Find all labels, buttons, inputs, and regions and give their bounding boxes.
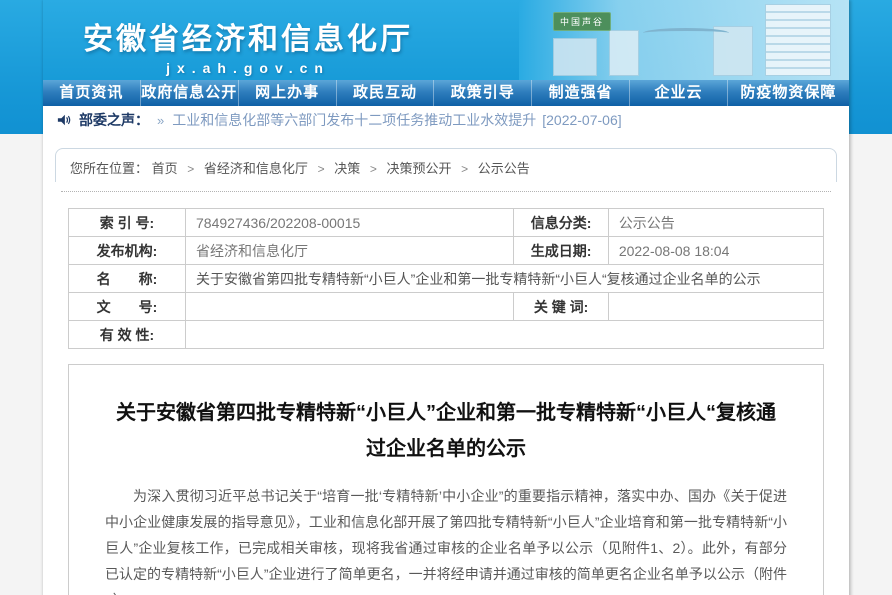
nav-item-online-services[interactable]: 网上办事 bbox=[239, 80, 337, 106]
page-container: 中国声谷 安徽省经济和信息化厅 jx.ah.gov.cn 首页资讯 政府信息公开… bbox=[43, 0, 849, 595]
article-paragraph: 为深入贯彻习近平总书记关于“培育一批‘专精特新’中小企业”的重要指示精神，落实中… bbox=[105, 483, 787, 595]
news-ticker: 部委之声： » 工业和信息化部等六部门发布十二项任务推动工业水效提升 [2022… bbox=[43, 106, 849, 134]
table-row: 文 号: 关 键 词: bbox=[69, 293, 824, 321]
ticker-headline-link[interactable]: 工业和信息化部等六部门发布十二项任务推动工业水效提升 bbox=[172, 110, 536, 130]
breadcrumb-separator: > bbox=[318, 162, 325, 176]
building-graphic bbox=[765, 4, 831, 76]
meta-keyword-value bbox=[608, 293, 823, 321]
document-meta-table: 索 引 号: 784927436/202208-00015 信息分类: 公示公告… bbox=[68, 208, 824, 349]
meta-name-label: 名 称: bbox=[69, 265, 186, 293]
table-row: 索 引 号: 784927436/202208-00015 信息分类: 公示公告 bbox=[69, 209, 824, 237]
breadcrumb-item-decision[interactable]: 决策 bbox=[334, 161, 360, 176]
meta-name-value: 关于安徽省第四批专精特新“小巨人”企业和第一批专精特新“小巨人“复核通过企业名单… bbox=[186, 265, 824, 293]
photo-sign-label: 中国声谷 bbox=[553, 12, 611, 31]
ticker-date: [2022-07-06] bbox=[542, 112, 621, 128]
building-graphic bbox=[553, 38, 597, 76]
meta-keyword-label: 关 键 词: bbox=[514, 293, 608, 321]
table-row: 发布机构: 省经济和信息化厅 生成日期: 2022-08-08 18:04 bbox=[69, 237, 824, 265]
main-nav: 首页资讯 政府信息公开 网上办事 政民互动 政策引导 制造强省 企业云 防疫物资… bbox=[43, 80, 849, 106]
breadcrumb-separator: > bbox=[187, 162, 194, 176]
dotted-divider bbox=[61, 182, 831, 192]
ticker-label: 部委之声： bbox=[79, 110, 149, 130]
breadcrumb: 您所在位置： 首页 > 省经济和信息化厅 > 决策 > 决策预公开 > 公示公告 bbox=[70, 158, 822, 177]
meta-issuer-label: 发布机构: bbox=[69, 237, 186, 265]
nav-item-home-news[interactable]: 首页资讯 bbox=[43, 80, 141, 106]
nav-item-interaction[interactable]: 政民互动 bbox=[337, 80, 435, 106]
meta-validity-label: 有 效 性: bbox=[69, 321, 186, 349]
nav-item-enterprise-cloud[interactable]: 企业云 bbox=[630, 80, 728, 106]
meta-validity-value bbox=[186, 321, 824, 349]
meta-issuer-value: 省经济和信息化厅 bbox=[186, 237, 514, 265]
meta-category-label: 信息分类: bbox=[514, 209, 608, 237]
nav-item-gov-info[interactable]: 政府信息公开 bbox=[141, 80, 239, 106]
table-row: 名 称: 关于安徽省第四批专精特新“小巨人”企业和第一批专精特新“小巨人“复核通… bbox=[69, 265, 824, 293]
breadcrumb-item-department[interactable]: 省经济和信息化厅 bbox=[204, 161, 308, 176]
nav-item-epidemic-supplies[interactable]: 防疫物资保障 bbox=[728, 80, 849, 106]
arrow-icon: » bbox=[157, 113, 164, 128]
site-title: 安徽省经济和信息化厅 bbox=[83, 14, 413, 58]
meta-docno-label: 文 号: bbox=[69, 293, 186, 321]
nav-item-policy-guidance[interactable]: 政策引导 bbox=[434, 80, 532, 106]
site-url: jx.ah.gov.cn bbox=[83, 60, 413, 76]
canopy-graphic bbox=[643, 28, 729, 38]
breadcrumb-item-pre-disclosure[interactable]: 决策预公开 bbox=[386, 161, 451, 176]
breadcrumb-separator: > bbox=[370, 162, 377, 176]
breadcrumb-label: 您所在位置： bbox=[70, 161, 148, 176]
article-title: 关于安徽省第四批专精特新“小巨人”企业和第一批专精特新“小巨人“复核通过企业名单… bbox=[115, 395, 777, 467]
site-header: 中国声谷 安徽省经济和信息化厅 jx.ah.gov.cn bbox=[43, 0, 849, 80]
meta-index-value: 784927436/202208-00015 bbox=[186, 209, 514, 237]
speaker-icon bbox=[57, 113, 71, 127]
breadcrumb-box: 您所在位置： 首页 > 省经济和信息化厅 > 决策 > 决策预公开 > 公示公告 bbox=[55, 148, 837, 182]
breadcrumb-separator: > bbox=[461, 162, 468, 176]
breadcrumb-item-notices[interactable]: 公示公告 bbox=[478, 161, 530, 176]
header-photo: 中国声谷 bbox=[519, 0, 849, 80]
meta-index-label: 索 引 号: bbox=[69, 209, 186, 237]
meta-date-value: 2022-08-08 18:04 bbox=[608, 237, 823, 265]
table-row: 有 效 性: bbox=[69, 321, 824, 349]
meta-docno-value bbox=[186, 293, 514, 321]
meta-date-label: 生成日期: bbox=[514, 237, 608, 265]
building-graphic bbox=[609, 30, 639, 76]
site-logo[interactable]: 安徽省经济和信息化厅 jx.ah.gov.cn bbox=[83, 14, 413, 76]
breadcrumb-item-home[interactable]: 首页 bbox=[152, 161, 178, 176]
article-panel: 关于安徽省第四批专精特新“小巨人”企业和第一批专精特新“小巨人“复核通过企业名单… bbox=[68, 364, 824, 595]
meta-category-value: 公示公告 bbox=[608, 209, 823, 237]
nav-item-manufacturing[interactable]: 制造强省 bbox=[532, 80, 630, 106]
